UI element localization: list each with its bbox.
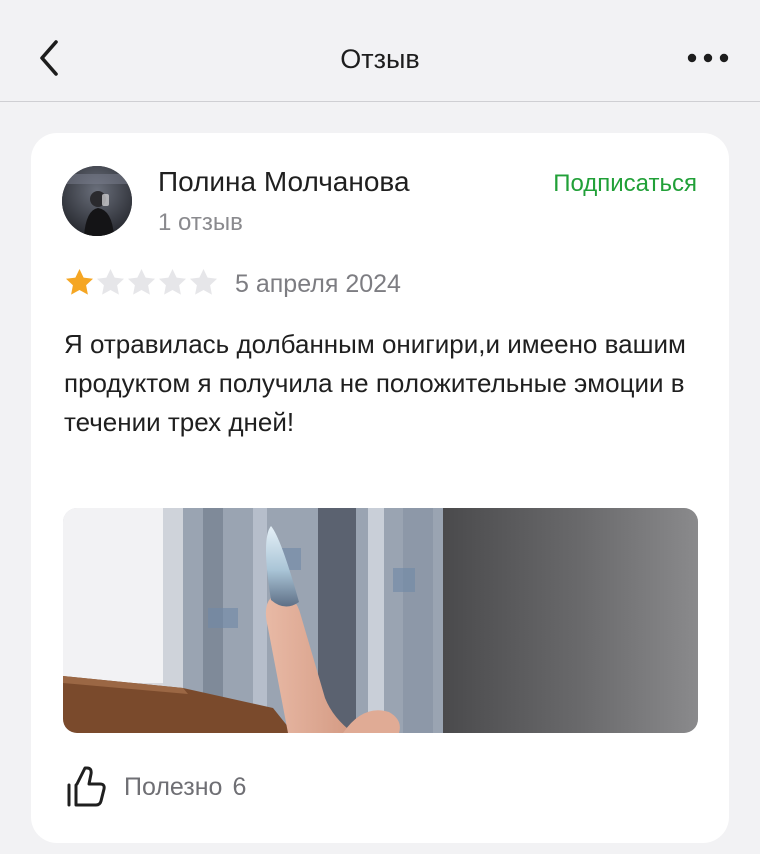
helpful-button[interactable]: Полезно 6 — [64, 765, 246, 809]
page-title: Отзыв — [340, 44, 420, 74]
avatar-photo — [62, 166, 132, 236]
more-dots-icon — [687, 53, 729, 63]
review-card: Полина Молчанова 1 отзыв Подписаться 5 а… — [31, 133, 729, 843]
star-filled-icon — [66, 269, 93, 295]
star-rating — [64, 267, 219, 297]
thumbs-up-icon — [67, 766, 106, 807]
author-name[interactable]: Полина Молчанова — [158, 166, 410, 198]
helpful-count: 6 — [232, 772, 247, 801]
subscribe-button[interactable]: Подписаться — [553, 170, 697, 198]
avatar[interactable] — [62, 166, 132, 236]
star-empty-icon — [159, 269, 186, 295]
review-date: 5 апреля 2024 — [235, 270, 401, 298]
star-empty-icon — [97, 269, 124, 295]
star-empty-icon — [128, 269, 155, 295]
top-navigation-bar: Отзыв — [0, 0, 760, 102]
helpful-label: Полезно — [124, 772, 223, 801]
star-empty-icon — [190, 269, 217, 295]
review-text: Я отравилась долбанным онигири,и имеено … — [64, 329, 686, 437]
review-photo-image — [63, 508, 698, 733]
author-review-count: 1 отзыв — [158, 209, 243, 236]
review-photo[interactable] — [63, 508, 698, 733]
more-options-button[interactable] — [684, 40, 732, 76]
